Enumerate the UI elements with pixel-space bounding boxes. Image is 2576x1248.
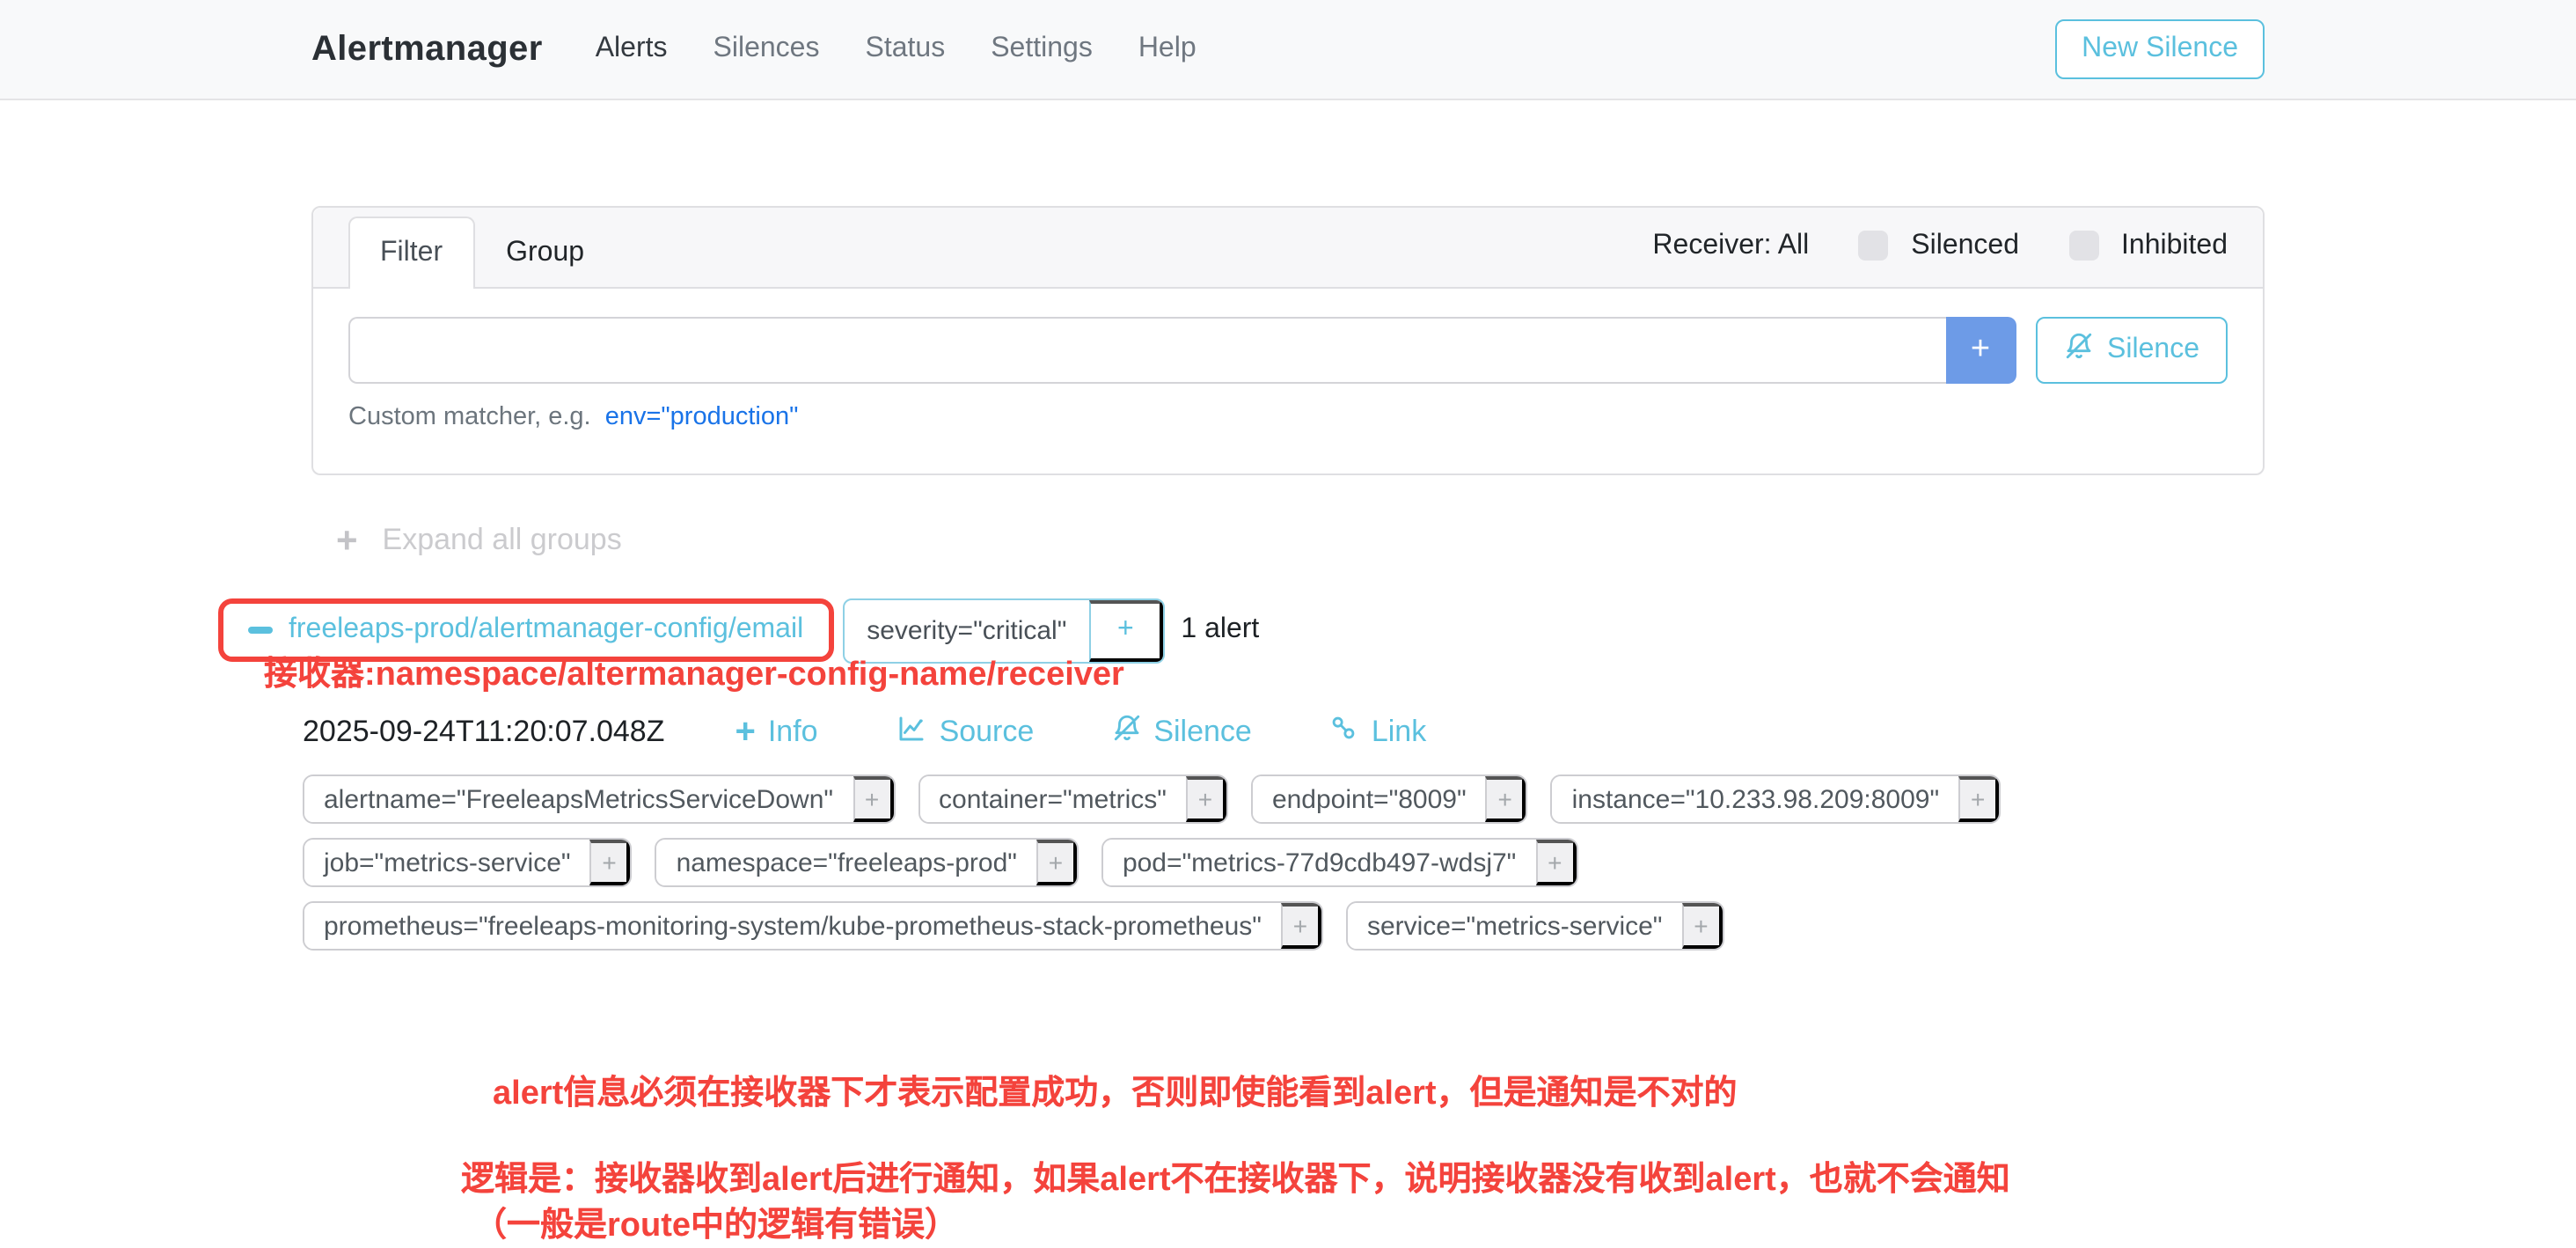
filter-card-body: + Silence Custom mat [313,289,2263,459]
matcher-helper: Custom matcher, e.g. env="production" [348,403,2228,431]
alert-count: 1 alert [1181,614,1259,646]
label-add-button[interactable]: + [1281,903,1321,949]
label-pill-text: endpoint="8009" [1253,776,1486,822]
label-add-button[interactable]: + [1958,776,1999,822]
silence-filter-label: Silence [2107,334,2199,366]
label-pill-text: prometheus="freeleaps-monitoring-system/… [304,903,1281,949]
silence-action-label: Silence [1153,715,1252,750]
page: Alertmanager Alerts Silences Status Sett… [0,0,2576,1185]
label-pill-text: alertname="FreeleapsMetricsServiceDown" [304,776,853,822]
label-pill: job="metrics-service" + [303,838,633,887]
bell-slash-icon [1111,713,1141,752]
bell-slash-icon [2063,331,2093,370]
matcher-example-link[interactable]: env="production" [605,403,799,431]
nav-item-help[interactable]: Help [1138,33,1197,65]
expand-all-groups-label: Expand all groups [383,523,622,558]
label-pill-text: container="metrics" [919,776,1186,822]
label-pill: endpoint="8009" + [1251,774,1528,824]
label-add-button[interactable]: + [1486,776,1526,822]
receiver-filter-label[interactable]: Receiver: All [1652,230,1809,261]
link-icon [1329,713,1359,752]
alert-timestamp: 2025-09-24T11:20:07.048Z [303,715,664,750]
silenced-checkbox-label: Silenced [1911,230,2019,261]
silence-action[interactable]: Silence [1111,712,1252,752]
new-silence-button[interactable]: New Silence [2055,19,2265,79]
nav-item-settings[interactable]: Settings [991,33,1093,65]
link-action[interactable]: Link [1329,712,1426,752]
receiver-group-button[interactable]: freeleaps-prod/alertmanager-config/email [223,604,828,657]
label-pill: namespace="freeleaps-prod" + [655,838,1079,887]
label-add-button[interactable]: + [1681,903,1722,949]
label-pill-text: instance="10.233.98.209:8009" [1553,776,1959,822]
info-action[interactable]: + Info [735,712,817,752]
nav-links: Alerts Silences Status Settings Help [596,33,1197,65]
label-pill: container="metrics" + [918,774,1228,824]
nav-item-status[interactable]: Status [865,33,945,65]
nav-item-silences[interactable]: Silences [714,33,820,65]
alert-actions: + Info Source [735,712,1426,752]
label-add-button[interactable]: + [1535,840,1576,885]
label-pill: prometheus="freeleaps-monitoring-system/… [303,901,1323,951]
silence-filter-button[interactable]: Silence [2035,317,2228,384]
inhibited-checkbox-label: Inhibited [2121,230,2228,261]
inhibited-checkbox-group[interactable]: Inhibited [2068,230,2228,261]
tab-filter[interactable]: Filter [348,217,474,289]
label-add-button[interactable]: + [1036,840,1077,885]
expand-all-groups[interactable]: + Expand all groups [311,521,2265,560]
annotation-highlight-box: freeleaps-prod/alertmanager-config/email [218,598,833,662]
annotation-alert-note: alert信息必须在接收器下才表示配置成功，否则即使能看到alert，但是通知是… [493,1067,1738,1114]
label-add-button[interactable]: + [590,840,631,885]
plus-icon: + [336,522,358,559]
minus-icon [248,628,273,634]
label-pill-text: service="metrics-service" [1348,903,1682,949]
tab-group[interactable]: Group [474,217,616,289]
alert-header-row: 2025-09-24T11:20:07.048Z + Info Source [303,709,2265,755]
label-pill-text: job="metrics-service" [304,840,590,885]
group-matcher-label: severity="critical" [844,599,1089,661]
plus-icon: + [735,715,755,750]
label-pill: service="metrics-service" + [1346,901,1724,951]
silenced-checkbox-group[interactable]: Silenced [1858,230,2019,261]
annotation-logic-line2: （一般是route中的逻辑有错误） [461,1203,2010,1248]
matcher-helper-text: Custom matcher, e.g. [348,403,591,431]
label-pill: instance="10.233.98.209:8009" + [1551,774,2002,824]
app-brand: Alertmanager [311,29,543,70]
label-pill-text: namespace="freeleaps-prod" [657,840,1036,885]
label-pill: alertname="FreeleapsMetricsServiceDown" … [303,774,895,824]
annotation-logic-note: 逻辑是：接收器收到alert后进行通知，如果alert不在接收器下，说明接收器没… [461,1158,2010,1248]
silenced-checkbox[interactable] [1858,231,1888,261]
source-action[interactable]: Source [896,712,1035,752]
chart-icon [896,712,927,752]
filter-card: Filter Group Receiver: All Silenced Inhi… [311,206,2265,475]
annotation-logic-line1: 逻辑是：接收器收到alert后进行通知，如果alert不在接收器下，说明接收器没… [461,1158,2010,1203]
group-matcher-chip: severity="critical" + [842,598,1165,663]
alert-labels: alertname="FreeleapsMetricsServiceDown" … [303,774,2265,951]
source-action-label: Source [940,715,1035,750]
receiver-group-name: freeleaps-prod/alertmanager-config/email [289,614,803,646]
label-pill-text: pod="metrics-77d9cdb497-wdsj7" [1103,840,1535,885]
group-matcher-add-button[interactable]: + [1089,599,1163,661]
info-action-label: Info [768,715,818,750]
label-pill: pod="metrics-77d9cdb497-wdsj7" + [1101,838,1577,887]
matcher-input[interactable] [348,317,1945,384]
add-matcher-button[interactable]: + [1945,317,2016,384]
receiver-group-row: freeleaps-prod/alertmanager-config/email… [218,597,2265,664]
nav-item-alerts[interactable]: Alerts [596,33,668,65]
link-action-label: Link [1372,715,1426,750]
inhibited-checkbox[interactable] [2068,231,2098,261]
main-content: Filter Group Receiver: All Silenced Inhi… [311,206,2265,951]
label-add-button[interactable]: + [853,776,893,822]
filter-card-header: Filter Group Receiver: All Silenced Inhi… [313,208,2263,289]
label-add-button[interactable]: + [1186,776,1226,822]
top-navbar: Alertmanager Alerts Silences Status Sett… [0,0,2576,100]
